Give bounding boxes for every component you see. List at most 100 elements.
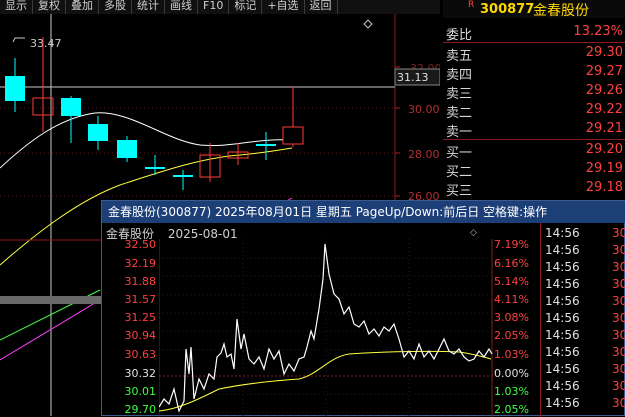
buy-label: 买一 (446, 146, 473, 161)
toolbar-overlay-button[interactable]: 叠加 (66, 0, 99, 14)
high-price-label: 33.47 (30, 37, 62, 50)
popup-tick-divider (540, 223, 541, 417)
sell-label: 卖五 (446, 49, 473, 64)
tick-price: 30 (612, 328, 625, 342)
tick-time: 14:56 (545, 328, 580, 342)
tick-price: 30 (612, 311, 625, 325)
tick-time: 14:56 (545, 362, 580, 376)
tick-price: 30 (612, 277, 625, 291)
sell-price: 29.30 (585, 45, 623, 60)
sell-price: 29.22 (585, 102, 623, 117)
sell-row-3[interactable]: 卖三 29.26 (443, 83, 625, 102)
badge-r: R (468, 0, 475, 10)
sell-label: 卖三 (446, 87, 473, 102)
tick-price: 30 (612, 362, 625, 376)
left-axis-label: 30.01 (124, 385, 157, 398)
pct-axis-label: 1.03% (494, 348, 529, 361)
candle-down (173, 175, 193, 177)
sell-row-2[interactable]: 卖二 29.22 (443, 102, 625, 121)
tick-time: 14:56 (545, 294, 580, 308)
toolbar-add-watchlist-button[interactable]: +自选 (262, 0, 305, 14)
popup-right-axis: 7.19% 6.16% 5.14% 4.11% 3.08% 2.05% 1.03… (494, 231, 540, 417)
left-axis-label: 32.19 (124, 257, 157, 270)
tick-price: 30 (612, 294, 625, 308)
price-tick-label: 30.00 (408, 103, 440, 116)
left-axis-label: 29.70 (124, 403, 157, 416)
tick-price: 30 (612, 260, 625, 274)
buy-row-2[interactable]: 买二 29.19 (443, 161, 625, 180)
toolbar-display-button[interactable]: 显示 (0, 0, 33, 14)
pct-axis-label: 4.11% (494, 293, 529, 306)
tick-detail-list[interactable]: 14:56 30 14:56 30 14:56 30 14:56 30 14:5… (542, 223, 625, 417)
candle-down (117, 140, 137, 158)
buy-label: 买二 (446, 165, 473, 180)
popup-title-bar[interactable]: 金春股份(300877) 2025年08月01日 星期五 PageUp/Down… (102, 201, 625, 223)
buy-row-1[interactable]: 买一 29.20 (443, 142, 625, 161)
weibi-label: 委比 (446, 28, 473, 43)
sell-row-4[interactable]: 卖四 29.27 (443, 64, 625, 83)
quote-divider (443, 42, 625, 43)
popup-diamond-icon: ◇ (470, 228, 477, 238)
tick-price: 30 (612, 345, 625, 359)
tick-time: 14:56 (545, 311, 580, 325)
sell-price: 29.26 (585, 83, 623, 98)
candle-up (282, 126, 304, 145)
pct-axis-label: 0.00% (494, 367, 529, 380)
popup-left-axis: 32.50 32.19 31.88 31.57 31.25 30.94 30.6… (102, 231, 157, 417)
tick-time: 14:56 (545, 345, 580, 359)
quote-divider (443, 139, 625, 140)
buy-price: 29.20 (585, 142, 623, 157)
tick-time: 14:56 (545, 243, 580, 257)
sell-row-1[interactable]: 卖一 29.21 (443, 121, 625, 140)
sell-price: 29.27 (585, 64, 623, 79)
left-axis-label: 31.25 (124, 311, 157, 324)
candlestick-series (5, 37, 304, 190)
price-tick-label: 28.00 (408, 148, 440, 161)
toolbar-back-button[interactable]: 返回 (305, 0, 338, 14)
buy-row-3[interactable]: 买三 29.18 (443, 180, 625, 199)
intraday-chart[interactable] (159, 239, 493, 417)
left-axis-label: 30.94 (124, 329, 157, 342)
tick-time: 14:56 (545, 277, 580, 291)
candle-down (256, 144, 276, 146)
chart-toolbar: 显示 复权 叠加 多股 统计 画线 F10 标记 +自选 返回 (0, 0, 440, 14)
sell-row-5[interactable]: 卖五 29.30 (443, 45, 625, 64)
tick-time: 14:56 (545, 379, 580, 393)
tick-price: 30 (612, 243, 625, 257)
sell-label: 卖二 (446, 106, 473, 121)
left-axis-label: 30.32 (124, 367, 157, 380)
quote-header: R 300877 金春股份 (443, 0, 625, 19)
buy-label: 买三 (446, 184, 473, 199)
stock-name: 金春股份 (533, 3, 589, 19)
weibi-row: 委比 13.23% (443, 24, 625, 43)
pct-axis-label: 5.14% (494, 275, 529, 288)
pct-axis-label: 1.03% (494, 385, 529, 398)
toolbar-adjust-button[interactable]: 复权 (33, 0, 66, 14)
tick-price: 30 (612, 379, 625, 393)
pct-axis-label: 7.19% (494, 238, 529, 251)
toolbar-stats-button[interactable]: 统计 (132, 0, 165, 14)
intraday-popup-window[interactable]: 金春股份(300877) 2025年08月01日 星期五 PageUp/Down… (101, 200, 625, 417)
toolbar-mark-button[interactable]: 标记 (229, 0, 263, 14)
left-axis-label: 31.57 (124, 293, 157, 306)
toolbar-draw-line-button[interactable]: 画线 (165, 0, 198, 14)
toolbar-f10-button[interactable]: F10 (198, 0, 230, 14)
candle-down (145, 167, 165, 169)
pct-axis-label: 2.05% (494, 403, 529, 416)
pct-axis-label: 2.05% (494, 329, 529, 342)
intraday-grid (159, 239, 493, 417)
tick-time: 14:56 (545, 260, 580, 274)
sell-price: 29.21 (585, 121, 623, 136)
toolbar-multi-stock-button[interactable]: 多股 (99, 0, 132, 14)
tick-price: 30 (612, 226, 625, 240)
candle-down (61, 98, 81, 116)
current-price-tag: 31.13 (397, 71, 429, 84)
pct-axis-label: 3.08% (494, 311, 529, 324)
weibi-value: 13.23% (573, 24, 623, 39)
tick-time: 14:56 (545, 396, 580, 410)
pct-axis-label: 6.16% (494, 257, 529, 270)
sell-label: 卖一 (446, 125, 473, 140)
left-axis-label: 30.63 (124, 348, 157, 361)
candle-down (5, 76, 25, 101)
high-label-pointer (12, 37, 25, 43)
